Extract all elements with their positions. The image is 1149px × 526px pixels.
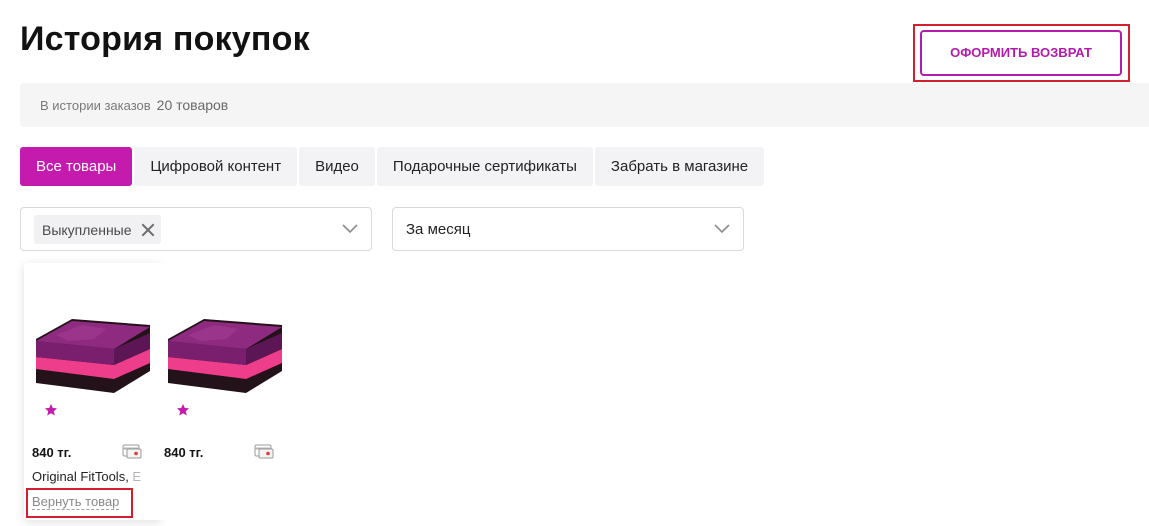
product-price: 840 тг. — [164, 445, 204, 460]
period-filter-select[interactable]: За месяц — [392, 207, 744, 251]
product-name[interactable]: Original FitTools, E — [32, 469, 159, 484]
period-filter-value: За месяц — [406, 221, 471, 238]
create-return-button[interactable]: ОФОРМИТЬ ВОЗВРАТ — [920, 30, 1122, 76]
summary-count: 20 товаров — [156, 97, 229, 113]
status-filter-select[interactable]: Выкупленные — [20, 207, 372, 251]
tab-video[interactable]: Видео — [299, 147, 375, 186]
return-link-highlight: Вернуть товар — [26, 488, 133, 518]
tab-all-products[interactable]: Все товары — [20, 147, 133, 186]
star-icon — [177, 404, 189, 416]
summary-label: В истории заказов — [40, 97, 151, 113]
payment-card-icon — [122, 444, 142, 459]
status-chip-label: Выкупленные — [42, 221, 132, 238]
star-icon — [45, 404, 57, 416]
page-title: История покупок — [20, 20, 310, 58]
product-price: 840 тг. — [32, 445, 72, 460]
payment-card-icon — [254, 444, 274, 459]
order-history-summary: В истории заказов 20 товаров — [20, 83, 1149, 127]
tab-store-pickup[interactable]: Забрать в магазине — [594, 147, 765, 186]
category-tabs: Все товары Цифровой контент Видео Подаро… — [20, 147, 765, 186]
tab-digital-content[interactable]: Цифровой контент — [134, 147, 298, 186]
return-product-link[interactable]: Вернуть товар — [32, 494, 120, 510]
close-icon[interactable] — [141, 223, 155, 237]
product-card[interactable]: 840 тг. — [156, 263, 293, 520]
chevron-down-icon[interactable] — [713, 222, 731, 234]
tab-gift-certificates[interactable]: Подарочные сертификаты — [376, 147, 593, 186]
product-image[interactable] — [166, 313, 284, 395]
chevron-down-icon[interactable] — [341, 222, 359, 234]
status-filter-chip: Выкупленные — [34, 215, 161, 244]
product-image[interactable] — [34, 313, 152, 395]
product-card[interactable]: 840 тг. Original FitTools, E Вернуть тов… — [24, 263, 161, 520]
